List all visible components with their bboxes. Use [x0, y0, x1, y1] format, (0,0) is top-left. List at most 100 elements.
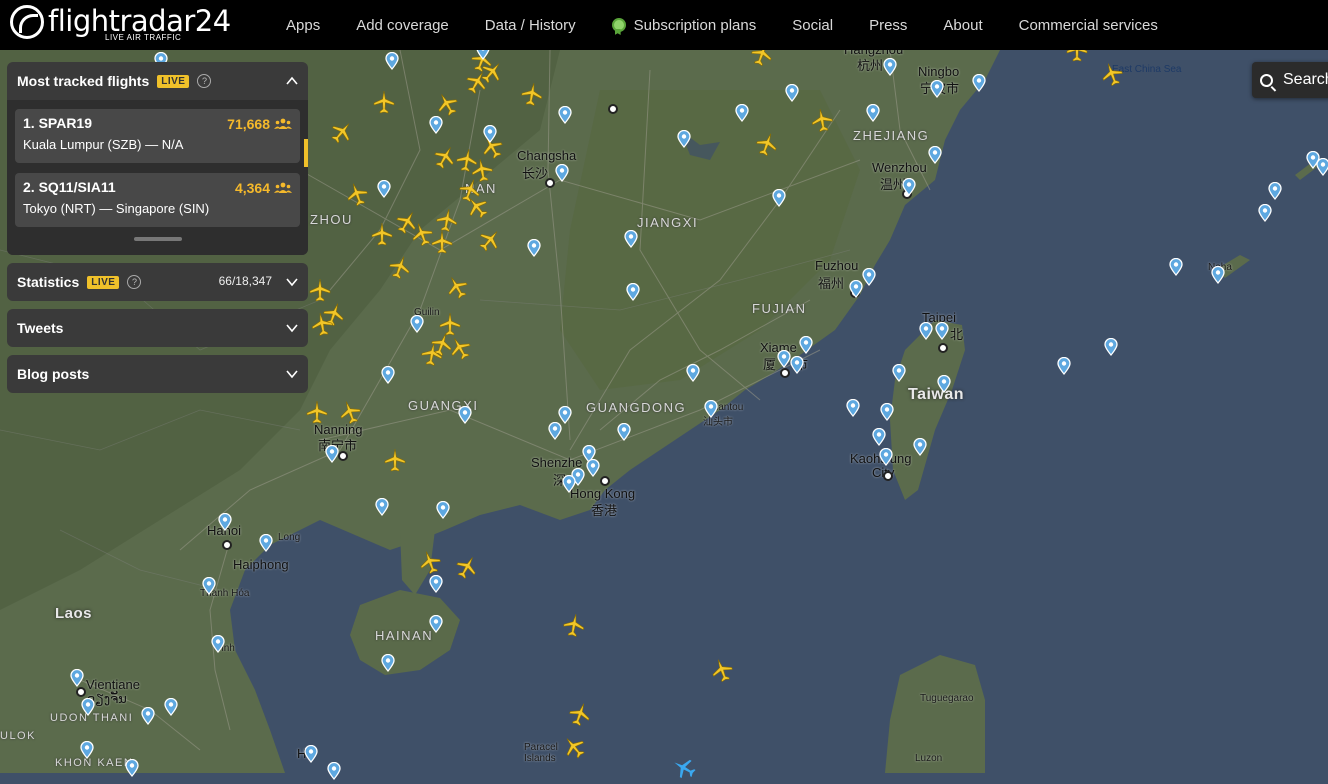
- aircraft-icon[interactable]: [430, 230, 454, 254]
- airport-pin-icon[interactable]: [902, 178, 916, 196]
- aircraft-icon[interactable]: [418, 340, 446, 368]
- airport-pin-icon[interactable]: [849, 280, 863, 298]
- airport-pin-icon[interactable]: [377, 180, 391, 198]
- chevron-down-icon[interactable]: [286, 276, 298, 288]
- airport-pin-icon[interactable]: [202, 577, 216, 595]
- airport-pin-icon[interactable]: [704, 400, 718, 418]
- airport-pin-icon[interactable]: [799, 336, 813, 354]
- list-scroll-indicator[interactable]: [304, 139, 308, 167]
- airport-pin-icon[interactable]: [141, 707, 155, 725]
- airport-pin-icon[interactable]: [1268, 182, 1282, 200]
- airport-pin-icon[interactable]: [624, 230, 638, 248]
- airport-pin-icon[interactable]: [626, 283, 640, 301]
- airport-pin-icon[interactable]: [686, 364, 700, 382]
- airport-pin-icon[interactable]: [304, 745, 318, 763]
- airport-pin-icon[interactable]: [846, 399, 860, 417]
- nav-about[interactable]: About: [925, 17, 1000, 34]
- airport-pin-icon[interactable]: [1057, 357, 1071, 375]
- airport-pin-icon[interactable]: [586, 459, 600, 477]
- airport-pin-icon[interactable]: [70, 669, 84, 687]
- airport-pin-icon[interactable]: [548, 422, 562, 440]
- airport-pin-icon[interactable]: [429, 575, 443, 593]
- nav-press[interactable]: Press: [851, 17, 925, 34]
- airport-pin-icon[interactable]: [327, 762, 341, 780]
- airport-pin-icon[interactable]: [790, 356, 804, 374]
- nav-social[interactable]: Social: [774, 17, 851, 34]
- airport-pin-icon[interactable]: [429, 615, 443, 633]
- aircraft-icon[interactable]: [560, 611, 588, 639]
- tracked-flight-1[interactable]: 1. SPAR19 Kuala Lumpur (SZB) — N/A 71,66…: [15, 109, 300, 163]
- aircraft-icon[interactable]: [518, 80, 546, 108]
- help-icon[interactable]: ?: [127, 275, 142, 289]
- aircraft-icon[interactable]: [305, 400, 329, 424]
- airport-pin-icon[interactable]: [937, 375, 951, 393]
- airport-pin-icon[interactable]: [483, 125, 497, 143]
- airport-pin-icon[interactable]: [1104, 338, 1118, 356]
- airport-pin-icon[interactable]: [381, 654, 395, 672]
- airport-pin-icon[interactable]: [883, 58, 897, 76]
- nav-commercial-services[interactable]: Commercial services: [1001, 17, 1176, 34]
- airport-pin-icon[interactable]: [930, 80, 944, 98]
- airport-pin-icon[interactable]: [928, 146, 942, 164]
- tracked-flight-2[interactable]: 2. SQ11/SIA11 Tokyo (NRT) — Singapore (S…: [15, 173, 300, 227]
- airport-pin-icon[interactable]: [436, 501, 450, 519]
- airport-pin-icon[interactable]: [785, 84, 799, 102]
- airport-pin-icon[interactable]: [1316, 158, 1328, 176]
- nav-data-history[interactable]: Data / History: [467, 17, 594, 34]
- airport-pin-icon[interactable]: [617, 423, 631, 441]
- chevron-down-icon[interactable]: [286, 322, 298, 334]
- airport-pin-icon[interactable]: [862, 268, 876, 286]
- aircraft-icon[interactable]: [308, 310, 336, 338]
- airport-pin-icon[interactable]: [164, 698, 178, 716]
- airport-pin-icon[interactable]: [913, 438, 927, 456]
- airport-pin-icon[interactable]: [880, 403, 894, 421]
- airport-pin-icon[interactable]: [777, 350, 791, 368]
- airport-pin-icon[interactable]: [385, 52, 399, 70]
- airport-pin-icon[interactable]: [1211, 266, 1225, 284]
- airport-pin-icon[interactable]: [972, 74, 986, 92]
- airport-pin-icon[interactable]: [1169, 258, 1183, 276]
- airport-pin-icon[interactable]: [325, 445, 339, 463]
- statistics-header[interactable]: Statistics LIVE ? 66/18,347: [7, 263, 308, 301]
- airport-pin-icon[interactable]: [677, 130, 691, 148]
- airport-pin-icon[interactable]: [879, 448, 893, 466]
- airport-pin-icon[interactable]: [558, 106, 572, 124]
- airport-pin-icon[interactable]: [562, 475, 576, 493]
- help-icon[interactable]: ?: [197, 74, 212, 88]
- airport-pin-icon[interactable]: [892, 364, 906, 382]
- aircraft-icon[interactable]: [808, 106, 836, 134]
- most-tracked-header[interactable]: Most tracked flights LIVE ?: [7, 62, 308, 100]
- chevron-up-icon[interactable]: [286, 75, 298, 87]
- airport-pin-icon[interactable]: [866, 104, 880, 122]
- airport-pin-icon[interactable]: [458, 406, 472, 424]
- airport-pin-icon[interactable]: [381, 366, 395, 384]
- blog-posts-header[interactable]: Blog posts: [7, 355, 308, 393]
- airport-pin-icon[interactable]: [1258, 204, 1272, 222]
- nav-apps[interactable]: Apps: [268, 17, 338, 34]
- airport-pin-icon[interactable]: [259, 534, 273, 552]
- airport-pin-icon[interactable]: [527, 239, 541, 257]
- airport-pin-icon[interactable]: [429, 116, 443, 134]
- resize-handle[interactable]: [133, 237, 182, 241]
- aircraft-icon[interactable]: [372, 90, 396, 114]
- airport-pin-icon[interactable]: [919, 322, 933, 340]
- airport-pin-icon[interactable]: [772, 189, 786, 207]
- search-button[interactable]: Search: [1252, 62, 1328, 98]
- airport-pin-icon[interactable]: [211, 635, 225, 653]
- airport-pin-icon[interactable]: [555, 164, 569, 182]
- airport-pin-icon[interactable]: [872, 428, 886, 446]
- airport-pin-icon[interactable]: [80, 741, 94, 759]
- airport-pin-icon[interactable]: [125, 759, 139, 777]
- chevron-down-icon[interactable]: [286, 368, 298, 380]
- nav-subscription-plans[interactable]: Subscription plans: [594, 17, 775, 34]
- airport-pin-icon[interactable]: [218, 513, 232, 531]
- aircraft-icon[interactable]: [383, 448, 407, 472]
- airport-pin-icon[interactable]: [375, 498, 389, 516]
- airport-pin-icon[interactable]: [735, 104, 749, 122]
- airport-pin-icon[interactable]: [935, 322, 949, 340]
- airport-pin-icon[interactable]: [410, 315, 424, 333]
- nav-add-coverage[interactable]: Add coverage: [338, 17, 467, 34]
- blog-posts-title: Blog posts: [17, 366, 90, 382]
- airport-pin-icon[interactable]: [81, 698, 95, 716]
- tweets-header[interactable]: Tweets: [7, 309, 308, 347]
